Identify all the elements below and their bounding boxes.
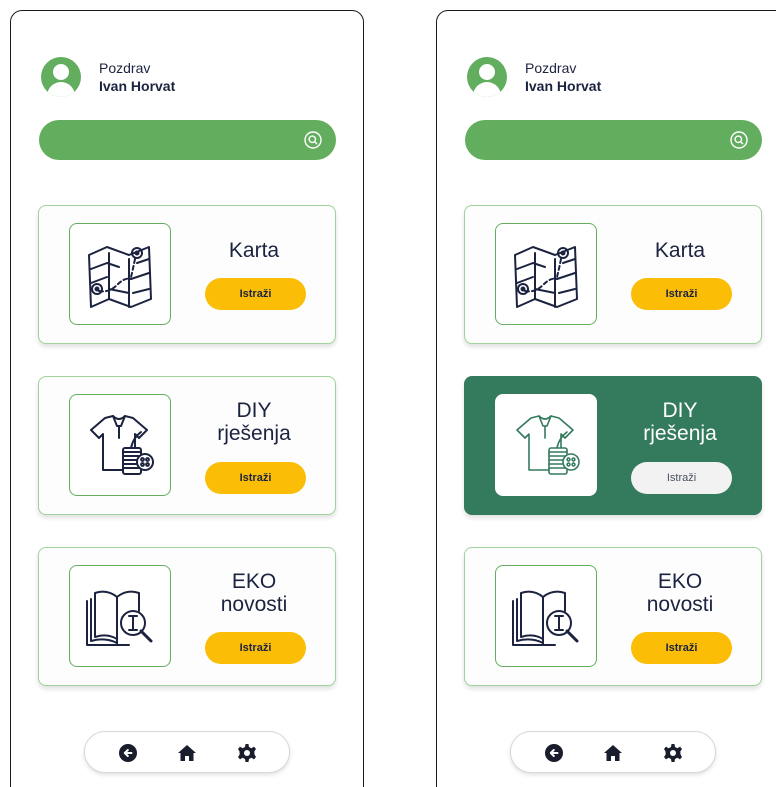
- search-icon[interactable]: [304, 131, 322, 149]
- card-title: Karta: [228, 239, 280, 262]
- map-icon: [514, 246, 578, 308]
- explore-button[interactable]: Istraži: [205, 632, 306, 664]
- search-bar[interactable]: [465, 120, 762, 160]
- user-name: Ivan Horvat: [99, 78, 176, 94]
- home-icon[interactable]: [603, 743, 623, 763]
- back-icon[interactable]: [118, 743, 138, 763]
- card-title: Karta: [654, 239, 706, 262]
- card-icon-frame: [495, 394, 597, 496]
- avatar-icon[interactable]: [467, 57, 507, 97]
- bottom-nav: [84, 731, 290, 773]
- explore-button[interactable]: Istraži: [205, 462, 306, 494]
- card-eko[interactable]: EKO novosti Istraži: [38, 547, 336, 686]
- user-greeting: Pozdrav Ivan Horvat: [467, 57, 601, 97]
- card-icon-frame: [495, 565, 597, 667]
- avatar-icon[interactable]: [41, 57, 81, 97]
- home-icon[interactable]: [177, 743, 197, 763]
- card-diy-active[interactable]: DIY rješenja Istraži: [464, 376, 762, 515]
- card-icon-frame: [69, 223, 171, 325]
- settings-icon[interactable]: [237, 743, 257, 763]
- search-input[interactable]: [57, 128, 287, 152]
- book-magnifier-icon: [86, 590, 153, 646]
- explore-button[interactable]: Istraži: [631, 632, 732, 664]
- tshirt-sewing-icon: [516, 415, 580, 475]
- greeting-label: Pozdrav: [99, 60, 151, 76]
- card-eko[interactable]: EKO novosti Istraži: [464, 547, 762, 686]
- card-title: EKO novosti: [646, 570, 714, 616]
- explore-button[interactable]: Istraži: [631, 462, 732, 494]
- search-input[interactable]: [483, 128, 713, 152]
- book-magnifier-icon: [512, 590, 579, 646]
- card-icon-frame: [69, 565, 171, 667]
- card-title: DIY rješenja: [643, 399, 717, 445]
- card-karta[interactable]: Karta Istraži: [38, 205, 336, 344]
- greeting-label: Pozdrav: [525, 60, 577, 76]
- card-icon-frame: [495, 223, 597, 325]
- phone-screen-hover: Pozdrav Ivan Horvat Karta Istraži DIY rj…: [436, 10, 776, 787]
- card-diy[interactable]: DIY rješenja Istraži: [38, 376, 336, 515]
- explore-button[interactable]: Istraži: [205, 278, 306, 310]
- card-icon-frame: [69, 394, 171, 496]
- search-bar[interactable]: [39, 120, 336, 160]
- explore-button[interactable]: Istraži: [631, 278, 732, 310]
- phone-screen-default: Pozdrav Ivan Horvat Karta Istraži DIY rj…: [10, 10, 364, 787]
- search-icon[interactable]: [730, 131, 748, 149]
- user-name: Ivan Horvat: [525, 78, 602, 94]
- user-greeting: Pozdrav Ivan Horvat: [41, 57, 175, 97]
- bottom-nav: [510, 731, 716, 773]
- back-icon[interactable]: [544, 743, 564, 763]
- card-title: EKO novosti: [220, 570, 288, 616]
- card-karta[interactable]: Karta Istraži: [464, 205, 762, 344]
- card-title: DIY rješenja: [217, 399, 291, 445]
- settings-icon[interactable]: [663, 743, 683, 763]
- tshirt-sewing-icon: [90, 415, 154, 475]
- map-icon: [88, 246, 152, 308]
